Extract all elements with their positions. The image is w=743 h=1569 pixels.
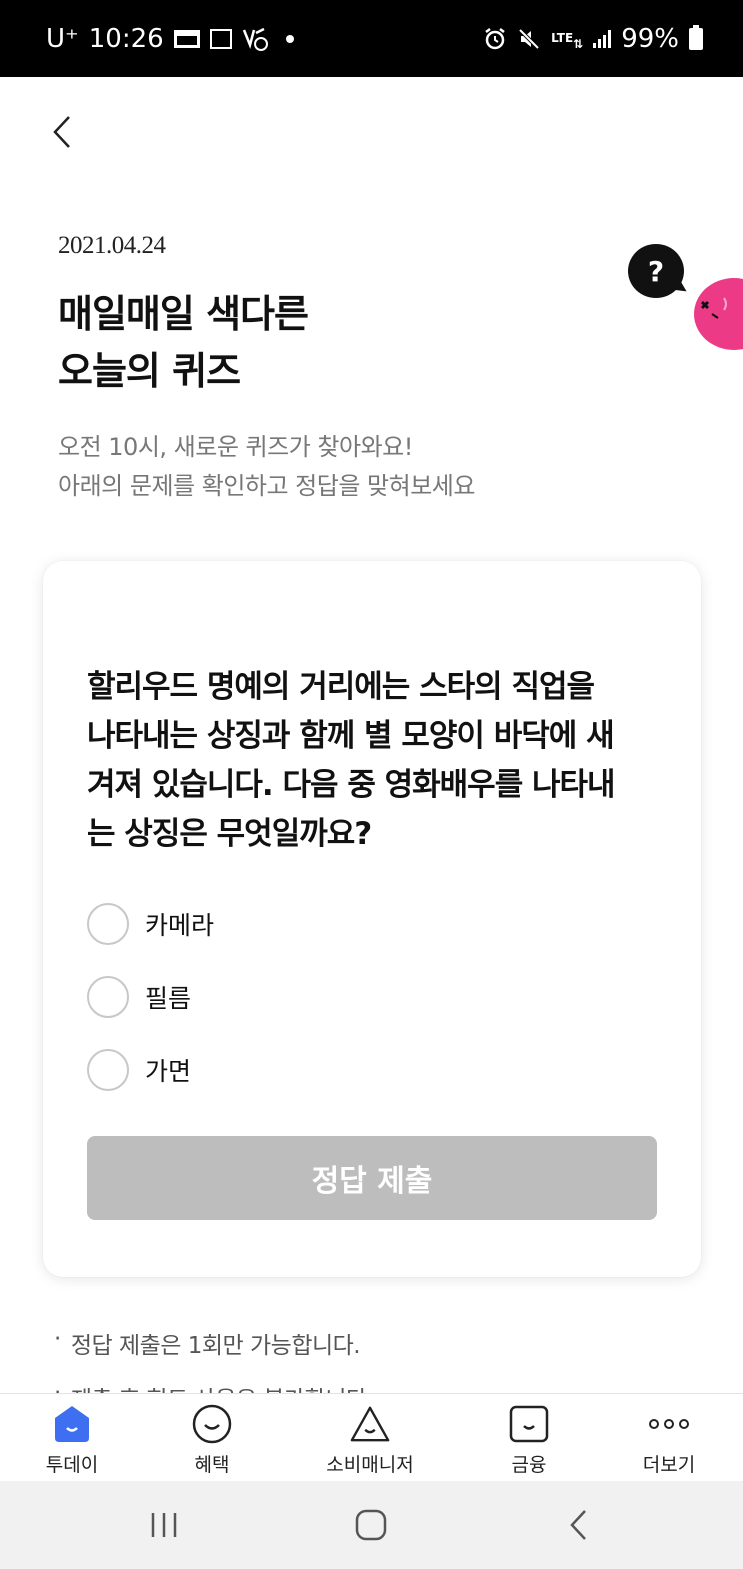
- option-label: 카메라: [145, 911, 215, 940]
- tab-today[interactable]: 투데이: [17, 1404, 127, 1476]
- back-button[interactable]: [44, 112, 80, 152]
- tab-more[interactable]: 더보기: [614, 1404, 724, 1476]
- back-icon: [570, 1510, 586, 1540]
- radio-button[interactable]: [87, 976, 129, 1018]
- card-icon: [173, 29, 200, 48]
- answer-option-1[interactable]: 카메라: [87, 902, 214, 946]
- system-back-button[interactable]: [549, 1503, 609, 1547]
- question-bubble-icon: ?: [628, 244, 684, 298]
- tab-finance[interactable]: 금융: [474, 1404, 584, 1476]
- radio-button[interactable]: [87, 1049, 129, 1091]
- note-clip: · 제출 후 힌트 사용은 불가합니다.: [0, 1380, 743, 1393]
- carrier-label: U⁺: [46, 23, 79, 54]
- question-line: 나타내는 상징과 함께 별 모양이 바닥에 새: [87, 718, 615, 754]
- system-nav-bar: [0, 1481, 743, 1569]
- battery-percent: 99%: [621, 23, 679, 54]
- vowifi-icon: [242, 27, 268, 51]
- clock-time: 10:26: [88, 23, 164, 54]
- signal-icon: [593, 29, 612, 48]
- tab-label: 더보기: [642, 1454, 696, 1476]
- lte-icon: LTE ⇅: [551, 31, 584, 51]
- bullet: ·: [54, 1380, 61, 1393]
- mute-icon: [517, 27, 541, 51]
- question-line: 겨져 있습니다. 다음 중 영화배우를 나타내: [87, 767, 616, 803]
- note-item: · 제출 후 힌트 사용은 불가합니다.: [54, 1380, 374, 1393]
- submit-answer-button[interactable]: 정답 제출: [87, 1136, 657, 1220]
- chevron-left-icon: [53, 116, 70, 148]
- today-icon: [51, 1404, 93, 1444]
- question-line: 할리우드 명예의 거리에는 스타의 직업을: [87, 669, 595, 705]
- recent-apps-icon: [151, 1513, 177, 1537]
- tab-label: 혜택: [194, 1454, 230, 1476]
- subtitle-line-1: 오전 10시, 새로운 퀴즈가 찾아와요!: [58, 433, 413, 461]
- answer-option-3[interactable]: 가면: [87, 1048, 191, 1092]
- note-item: · 정답 제출은 1회만 가능합니다.: [54, 1326, 361, 1360]
- mascot-character: [694, 278, 743, 350]
- triangle-smile-icon: [349, 1404, 391, 1444]
- smile-icon: [191, 1404, 233, 1444]
- more-dots-icon: [648, 1404, 690, 1444]
- wallet-smile-icon: [508, 1404, 550, 1444]
- title-line-2: 오늘의 퀴즈: [58, 349, 241, 393]
- alarm-icon: [483, 27, 507, 51]
- answer-option-2[interactable]: 필름: [87, 975, 191, 1019]
- option-label: 필름: [145, 984, 192, 1013]
- bullet: ·: [54, 1326, 61, 1352]
- quiz-question: 할리우드 명예의 거리에는 스타의 직업을 나타내는 상징과 함께 별 모양이 …: [87, 663, 667, 859]
- quiz-date: 2021.04.24: [58, 232, 166, 259]
- tab-spending-manager[interactable]: 소비매니저: [315, 1404, 425, 1476]
- subtitle-line-2: 아래의 문제를 확인하고 정답을 맞혀보세요: [58, 472, 475, 500]
- tab-label: 투데이: [45, 1454, 99, 1476]
- home-icon: [355, 1509, 387, 1541]
- tab-label: 소비매니저: [326, 1454, 414, 1476]
- network-label: LTE: [551, 31, 574, 45]
- status-bar: U⁺ 10:26 LTE ⇅ 99%: [0, 0, 743, 77]
- recent-apps-button[interactable]: [134, 1503, 194, 1547]
- note-text: 제출 후 힌트 사용은 불가합니다.: [71, 1380, 374, 1393]
- note-text: 정답 제출은 1회만 가능합니다.: [70, 1333, 361, 1359]
- question-line: 는 상징은 무엇일까요?: [87, 816, 372, 852]
- tab-label: 금융: [511, 1454, 547, 1476]
- option-label: 가면: [145, 1057, 192, 1086]
- page-subtitle: 오전 10시, 새로운 퀴즈가 찾아와요! 아래의 문제를 확인하고 정답을 맞…: [58, 428, 475, 506]
- home-button[interactable]: [341, 1503, 401, 1547]
- quiz-card: 할리우드 명예의 거리에는 스타의 직업을 나타내는 상징과 함께 별 모양이 …: [43, 561, 701, 1277]
- notification-dot-icon: [285, 34, 294, 43]
- battery-icon: [689, 24, 703, 50]
- radio-button[interactable]: [87, 903, 129, 945]
- tab-benefits[interactable]: 혜택: [157, 1404, 267, 1476]
- bottom-tab-bar: 투데이 혜택 소비매니저 금융 더보기: [0, 1393, 743, 1481]
- title-line-1: 매일매일 색다른: [58, 292, 309, 336]
- page-title: 매일매일 색다른 오늘의 퀴즈: [58, 286, 309, 400]
- gallery-icon: [209, 28, 232, 49]
